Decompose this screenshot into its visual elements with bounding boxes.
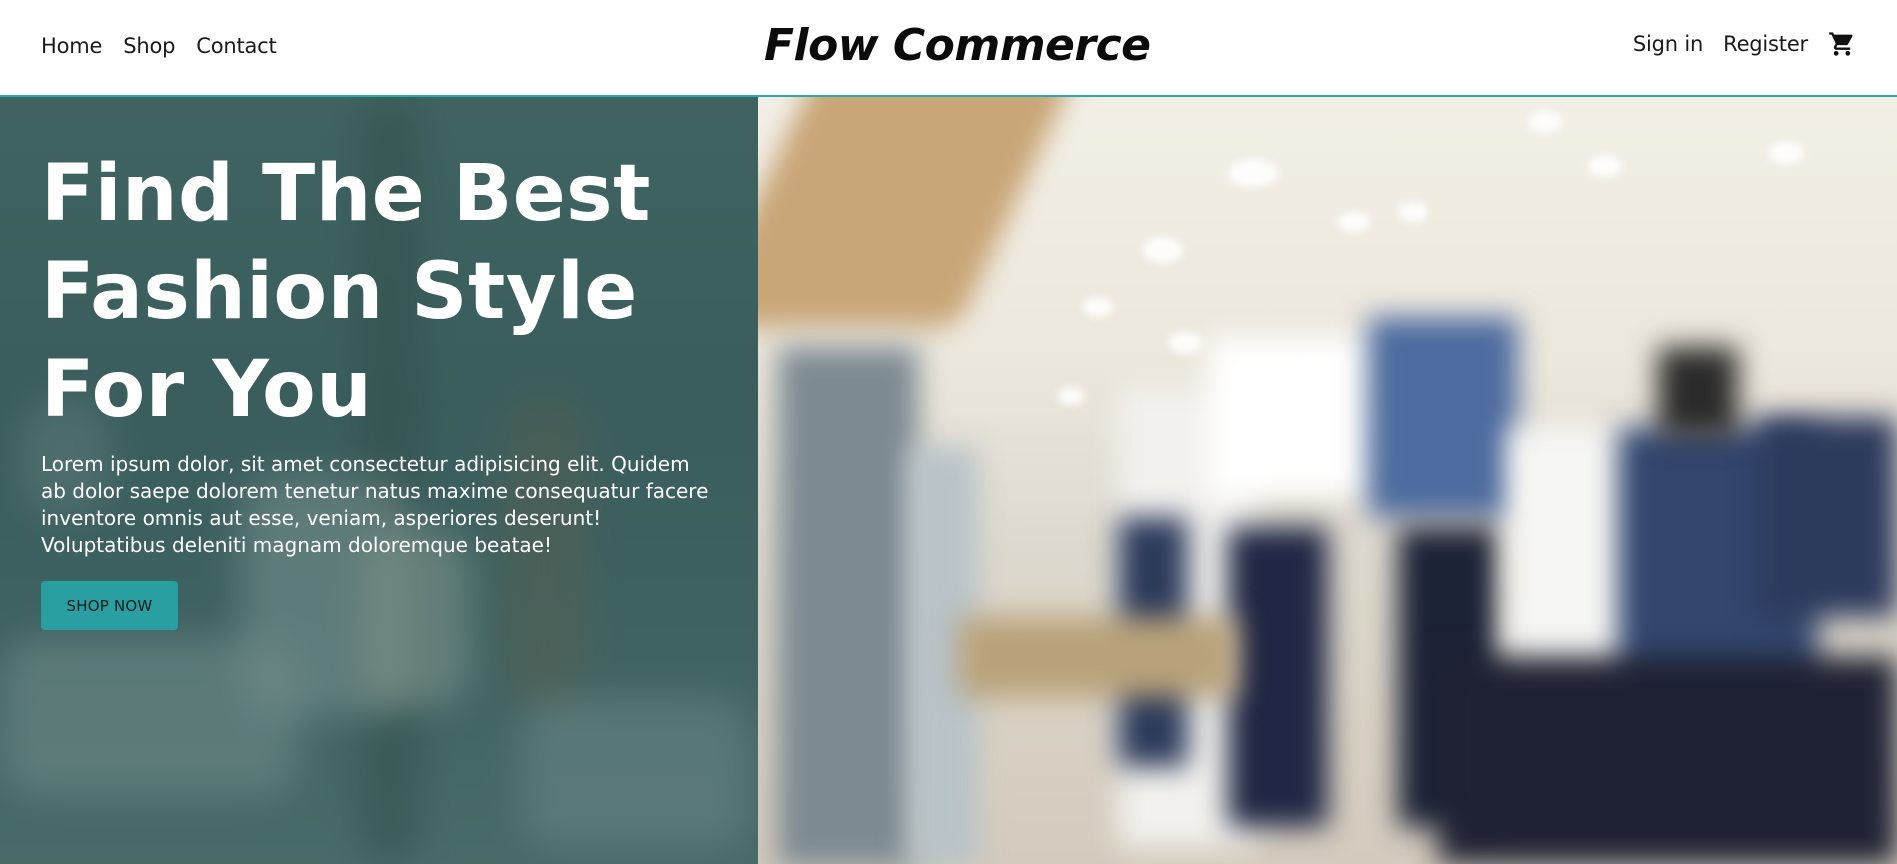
nav-link-home[interactable]: Home xyxy=(41,34,102,58)
site-logo[interactable]: Flow Commerce xyxy=(764,20,1151,71)
shopping-cart-icon[interactable] xyxy=(1828,30,1856,58)
nav-link-contact[interactable]: Contact xyxy=(196,34,277,58)
shop-now-button[interactable]: SHOP NOW xyxy=(41,581,178,630)
account-nav: Sign in Register xyxy=(1633,30,1856,58)
nav-link-shop[interactable]: Shop xyxy=(123,34,175,58)
site-header: Home Shop Contact Flow Commerce Sign in … xyxy=(0,0,1897,97)
sign-in-link[interactable]: Sign in xyxy=(1633,32,1703,56)
main-nav: Home Shop Contact xyxy=(41,34,277,58)
register-link[interactable]: Register xyxy=(1723,32,1808,56)
hero-title: Find The Best Fashion Style For You xyxy=(41,149,651,435)
hero-section: Find The Best Fashion Style For You Lore… xyxy=(0,97,1897,864)
hero-description: Lorem ipsum dolor, sit amet consectetur … xyxy=(41,452,709,557)
hero-store-image xyxy=(758,97,1897,864)
